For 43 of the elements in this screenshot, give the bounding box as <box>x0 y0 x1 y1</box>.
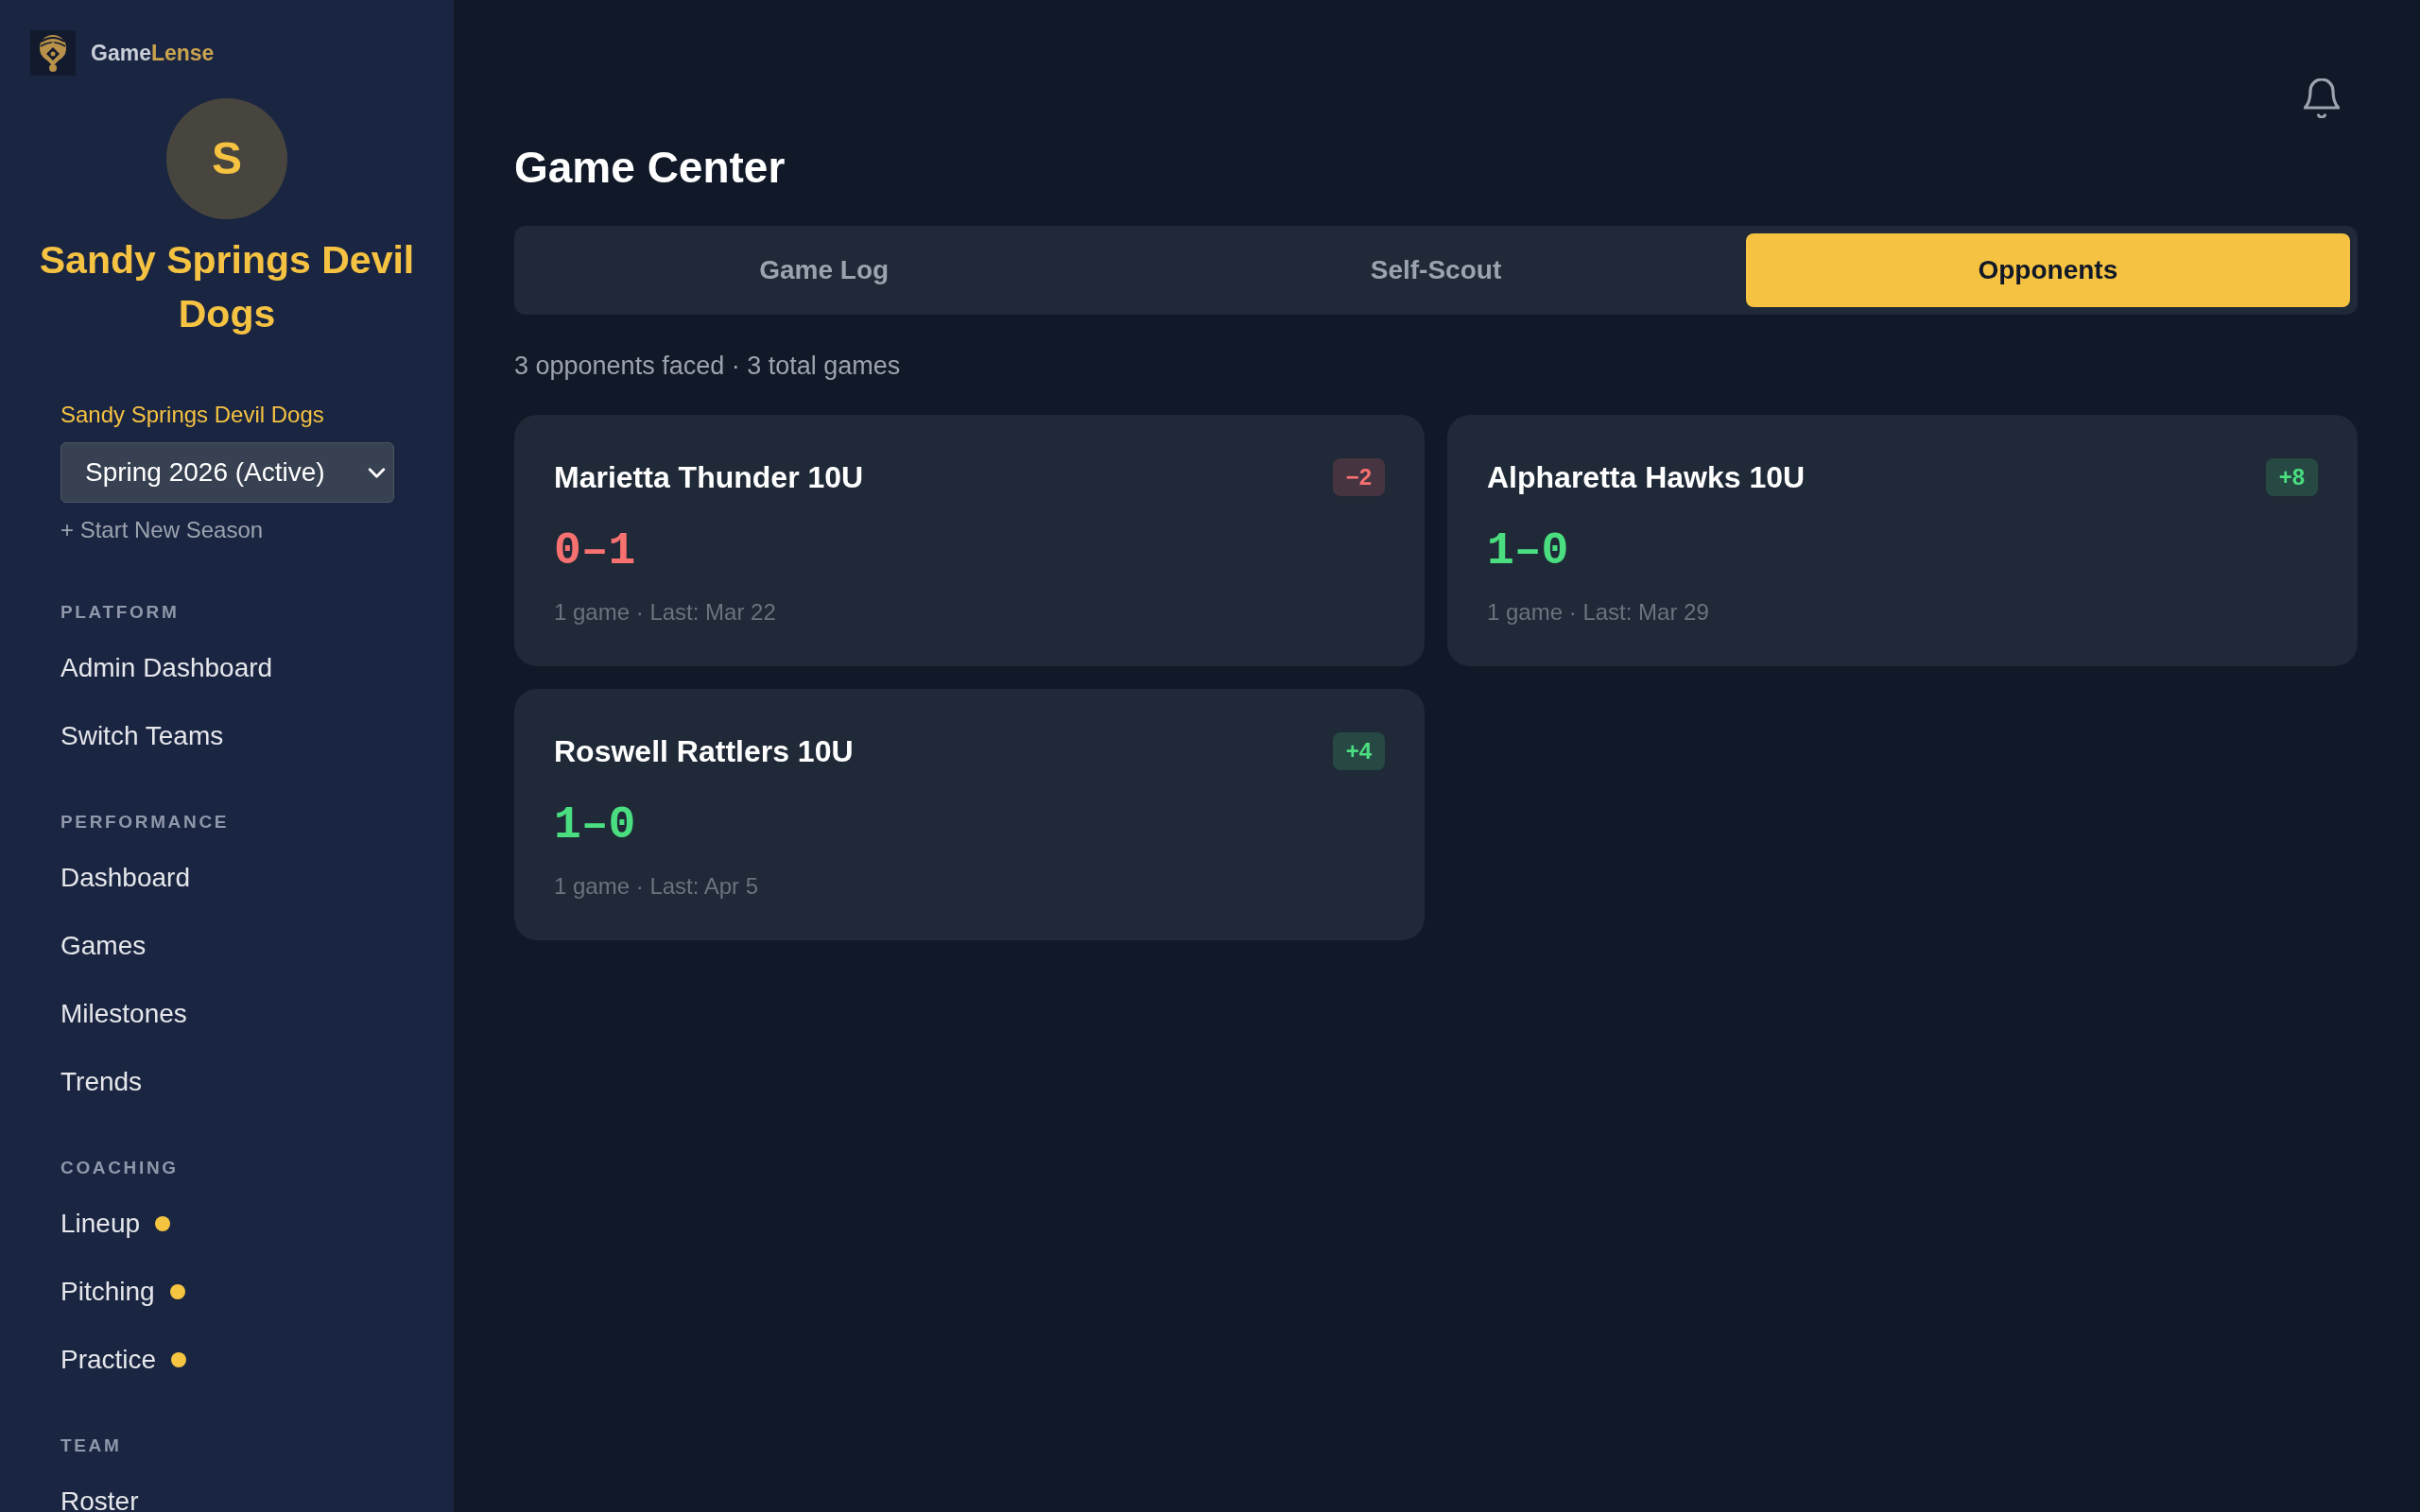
page-title: Game Center <box>514 142 786 194</box>
nav-link[interactable]: Roster <box>60 1488 139 1512</box>
nav-section-heading: PERFORMANCE <box>60 811 230 833</box>
nav-link[interactable]: Practice <box>60 1347 187 1373</box>
differential-badge: +8 <box>2265 458 2318 496</box>
nav-link[interactable]: Milestones <box>60 1001 187 1027</box>
differential-badge: +4 <box>1332 732 1385 770</box>
nav-link[interactable]: Trends <box>60 1069 143 1095</box>
tab[interactable]: Game Log <box>522 233 1127 307</box>
team-name: Sandy Springs Devil Dogs <box>38 237 416 337</box>
nav-link[interactable]: Pitching <box>60 1279 185 1305</box>
record-text: 1–0 <box>554 799 636 851</box>
nav-link[interactable]: Games <box>60 933 147 959</box>
opponent-meta: 1 game · Last: Mar 29 <box>1487 598 1709 627</box>
new-season-link[interactable]: + Start New Season <box>60 515 264 545</box>
brand-name: GameLense <box>91 40 215 67</box>
nav-link[interactable]: Switch Teams <box>60 723 224 749</box>
opponent-meta: 1 game · Last: Apr 5 <box>554 872 759 901</box>
tab[interactable]: Opponents <box>1745 233 2350 307</box>
nav-link[interactable]: Dashboard <box>60 865 190 891</box>
summary-text: 3 opponents faced · 3 total games <box>514 351 901 382</box>
chevron-down-icon <box>368 467 386 478</box>
bell-icon[interactable] <box>2304 78 2340 118</box>
nav-section-heading: COACHING <box>60 1157 179 1179</box>
team-avatar: S <box>166 98 287 219</box>
logo-icon <box>30 30 76 76</box>
record-text: 1–0 <box>1487 524 1569 577</box>
opponent-card[interactable]: Marietta Thunder 10U −2 0–1 1 game · Last: Mar 22 <box>514 415 1425 666</box>
nav-link[interactable]: Admin Dashboard <box>60 655 273 681</box>
team-label: Sandy Springs Devil Dogs <box>60 401 324 429</box>
opponent-name: Alpharetta Hawks 10U <box>1487 459 1806 496</box>
record-text: 0–1 <box>554 524 636 577</box>
differential-badge: −2 <box>1332 458 1385 496</box>
tab[interactable]: Self-Scout <box>1133 233 1738 307</box>
opponent-name: Roswell Rattlers 10U <box>554 733 854 770</box>
opponent-card[interactable]: Alpharetta Hawks 10U +8 1–0 1 game · Last: Mar 29 <box>1447 415 2358 666</box>
opponent-card[interactable]: Roswell Rattlers 10U +4 1–0 1 game · Last: Apr 5 <box>514 689 1425 940</box>
opponent-meta: 1 game · Last: Mar 22 <box>554 598 776 627</box>
nav-link[interactable]: Lineup <box>60 1211 171 1237</box>
nav-section-heading: PLATFORM <box>60 601 180 624</box>
opponent-name: Marietta Thunder 10U <box>554 459 864 496</box>
season-select[interactable]: Spring 2026 (Active) <box>60 442 394 503</box>
nav-section-heading: TEAM <box>60 1435 122 1457</box>
